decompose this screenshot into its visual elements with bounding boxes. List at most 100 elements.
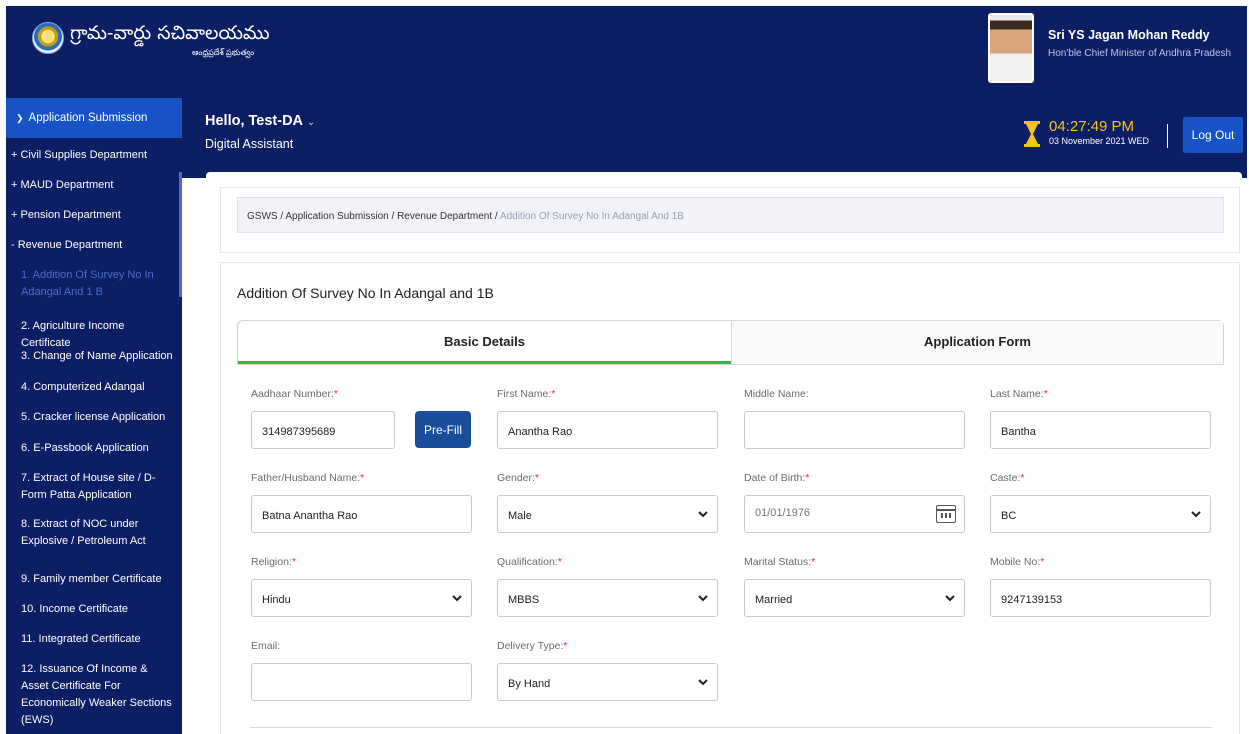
gender-select[interactable]: Male	[497, 495, 718, 533]
user-greeting[interactable]: Hello, Test-DA ⌄	[205, 113, 315, 129]
required-mark: *	[811, 556, 816, 568]
sidebar-item-extract-noc[interactable]: 8. Extract of NOC under Explosive / Petr…	[6, 516, 182, 550]
middle-name-label: Middle Name:	[744, 388, 809, 400]
label-text: Date of Birth:	[744, 472, 806, 484]
label-text: Delivery Type:	[497, 640, 564, 652]
qualification-select[interactable]: MBBS	[497, 579, 718, 617]
clock-time: 04:27:49 PM	[1049, 118, 1135, 135]
sidebar-item-application-submission[interactable]: ❯ Application Submission	[6, 98, 182, 138]
chevron-down-icon	[945, 595, 955, 602]
mobile-input[interactable]: 9247139153	[990, 579, 1211, 617]
dob-label: Date of Birth:*	[744, 472, 809, 484]
sidebar-item-cracker-license[interactable]: 5. Cracker license Application	[6, 409, 182, 426]
sidebar-item-ews-certificate[interactable]: 12. Issuance Of Income & Asset Certifica…	[6, 661, 182, 729]
cm-photo	[988, 13, 1034, 83]
sidebar-item-e-passbook[interactable]: 6. E-Passbook Application	[6, 440, 182, 457]
email-label: Email:	[251, 640, 281, 652]
required-mark: *	[557, 556, 562, 568]
form-tabs: Basic Details Application Form	[237, 320, 1224, 365]
sidebar-item-extract-house-site[interactable]: 7. Extract of House site / D-Form Patta …	[6, 470, 182, 504]
calendar-icon[interactable]	[936, 505, 956, 523]
sidebar-item-agriculture-income[interactable]: 2. Agriculture Income Certificate	[6, 318, 182, 352]
last-name-input[interactable]: Bantha	[990, 411, 1211, 449]
required-mark: *	[1040, 556, 1045, 568]
required-mark: *	[551, 388, 556, 400]
religion-select[interactable]: Hindu	[251, 579, 472, 617]
label-text: Aadhaar Number:	[251, 388, 334, 400]
aadhaar-label: Aadhaar Number:*	[251, 388, 338, 400]
first-name-label: First Name:*	[497, 388, 555, 400]
religion-label: Religion:*	[251, 556, 296, 568]
father-name-input[interactable]: Batna Anantha Rao	[251, 495, 472, 533]
chevron-down-icon	[698, 511, 708, 518]
middle-name-input[interactable]	[744, 411, 965, 449]
chevron-down-icon	[698, 679, 708, 686]
label-text: Marital Status:	[744, 556, 812, 568]
app-subtitle: ఆంధ్రప్రదేశ్ ప్రభుత్వం	[192, 48, 255, 57]
emblem-icon	[32, 22, 64, 54]
select-value: MBBS	[508, 594, 540, 606]
user-role: Digital Assistant	[205, 137, 294, 151]
required-mark: *	[1043, 388, 1048, 400]
father-name-label: Father/Husband Name:*	[251, 472, 364, 484]
sidebar-item-pension[interactable]: + Pension Department	[6, 207, 182, 224]
label-text: Last Name:	[990, 388, 1044, 400]
label-text: Father/Husband Name:	[251, 472, 361, 484]
form-title: Addition Of Survey No In Adangal and 1B	[237, 285, 494, 301]
gender-label: Gender:*	[497, 472, 539, 484]
sidebar-item-integrated-certificate[interactable]: 11. Integrated Certificate	[6, 631, 182, 648]
prefill-button[interactable]: Pre-Fill	[415, 411, 471, 448]
tab-basic-details[interactable]: Basic Details	[238, 321, 731, 364]
tab-application-form[interactable]: Application Form	[731, 321, 1223, 364]
label-text: First Name:	[497, 388, 552, 400]
sidebar-item-label: Application Submission	[28, 112, 148, 124]
label-text: Gender:	[497, 472, 535, 484]
label-text: Caste:	[990, 472, 1021, 484]
email-input[interactable]	[251, 663, 472, 701]
cm-name: Sri YS Jagan Mohan Reddy	[1048, 28, 1210, 42]
dob-input[interactable]: 01/01/1976	[744, 495, 965, 533]
chevron-down-icon	[452, 595, 462, 602]
required-mark: *	[534, 472, 540, 484]
sidebar-item-computerized-adangal[interactable]: 4. Computerized Adangal	[6, 379, 182, 396]
required-mark: *	[1020, 472, 1025, 484]
qualification-label: Qualification:*	[497, 556, 562, 568]
cm-title: Hon'ble Chief Minister of Andhra Pradesh	[1048, 48, 1232, 59]
select-value: Married	[755, 594, 793, 606]
sidebar-item-addition-of-survey[interactable]: 1. Addition Of Survey No In Adangal And …	[6, 267, 182, 301]
chevron-down-icon: ❯	[16, 113, 24, 123]
app-title: గ్రామ-వార్డు సచివాలయము	[70, 22, 270, 44]
sidebar-item-income-certificate[interactable]: 10. Income Certificate	[6, 601, 182, 618]
marital-status-label: Marital Status:*	[744, 556, 815, 568]
breadcrumb: GSWS / Application Submission / Revenue …	[237, 197, 1224, 233]
delivery-type-select[interactable]: By Hand	[497, 663, 718, 701]
breadcrumb-path[interactable]: GSWS / Application Submission / Revenue …	[247, 211, 498, 222]
label-text: Qualification:	[497, 556, 558, 568]
divider	[250, 727, 1212, 728]
logout-button[interactable]: Log Out	[1183, 117, 1243, 153]
required-mark: *	[360, 472, 365, 484]
first-name-input[interactable]: Anantha Rao	[497, 411, 718, 449]
sidebar-item-maud[interactable]: + MAUD Department	[6, 177, 182, 194]
select-value: By Hand	[508, 678, 551, 690]
greeting-text: Hello, Test-DA	[205, 113, 304, 129]
required-mark: *	[805, 472, 810, 484]
aadhaar-input[interactable]: 314987395689	[251, 411, 395, 449]
sidebar-scrollbar[interactable]	[179, 172, 182, 297]
required-mark: *	[563, 640, 568, 652]
chevron-down-icon	[698, 595, 708, 602]
sidebar-item-change-of-name[interactable]: 3. Change of Name Application	[6, 348, 182, 365]
chevron-down-icon: ⌄	[307, 117, 316, 128]
sidebar-item-revenue[interactable]: - Revenue Department	[6, 237, 182, 254]
select-value: Male	[508, 510, 532, 522]
marital-status-select[interactable]: Married	[744, 579, 965, 617]
sidebar-item-family-member[interactable]: 9. Family member Certificate	[6, 571, 182, 588]
last-name-label: Last Name:*	[990, 388, 1048, 400]
caste-label: Caste:*	[990, 472, 1024, 484]
select-value: Hindu	[262, 594, 291, 606]
sidebar-item-civil-supplies[interactable]: + Civil Supplies Department	[6, 147, 182, 164]
hourglass-icon	[1024, 121, 1040, 147]
dob-value: 01/01/1976	[755, 507, 811, 519]
header-divider	[1167, 124, 1168, 148]
caste-select[interactable]: BC	[990, 495, 1211, 533]
